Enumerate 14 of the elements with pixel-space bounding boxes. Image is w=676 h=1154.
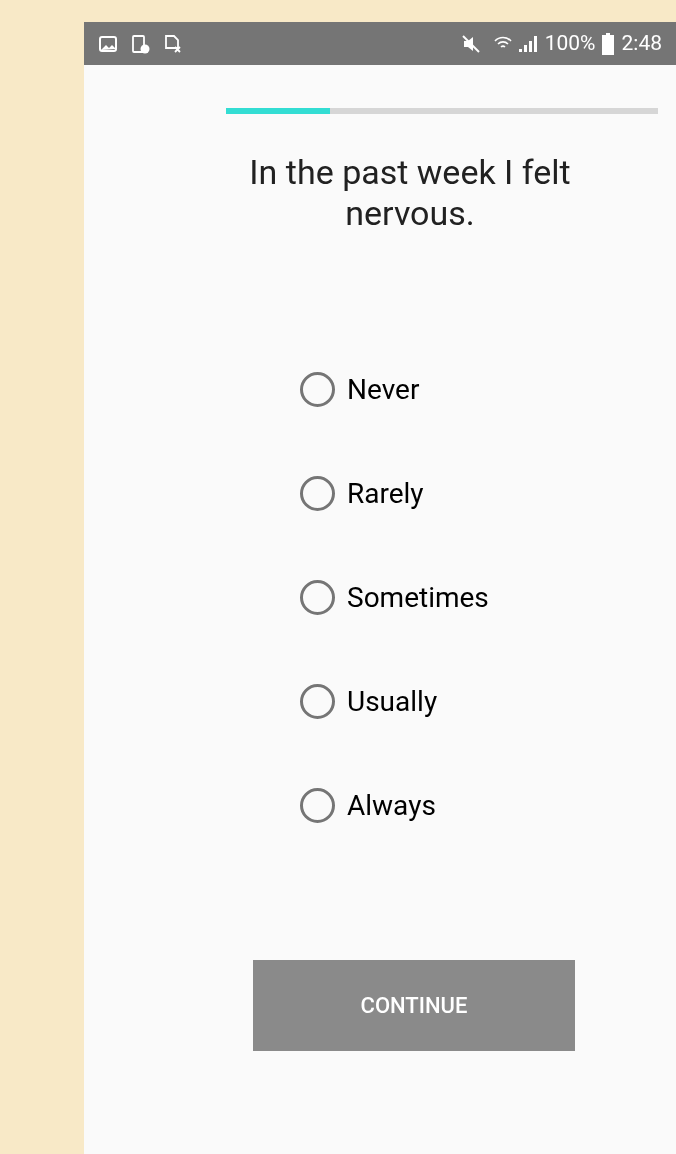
image-icon bbox=[98, 33, 118, 54]
signal-icon bbox=[516, 33, 539, 54]
battery-percentage: 100% bbox=[544, 29, 596, 57]
sim-card-x-icon bbox=[162, 33, 182, 54]
answer-option[interactable]: Sometimes bbox=[300, 577, 520, 618]
battery-icon bbox=[601, 32, 614, 55]
answer-option[interactable]: Always bbox=[300, 785, 520, 826]
tablet-clock-icon bbox=[130, 33, 150, 54]
answer-option[interactable]: Rarely bbox=[300, 473, 520, 514]
mute-icon bbox=[460, 33, 481, 54]
answer-option[interactable]: Usually bbox=[300, 681, 520, 722]
question-text: In the past week I felt nervous. bbox=[248, 152, 572, 234]
answer-option[interactable]: Never bbox=[300, 369, 520, 410]
clock-time: 2:48 bbox=[621, 29, 662, 57]
